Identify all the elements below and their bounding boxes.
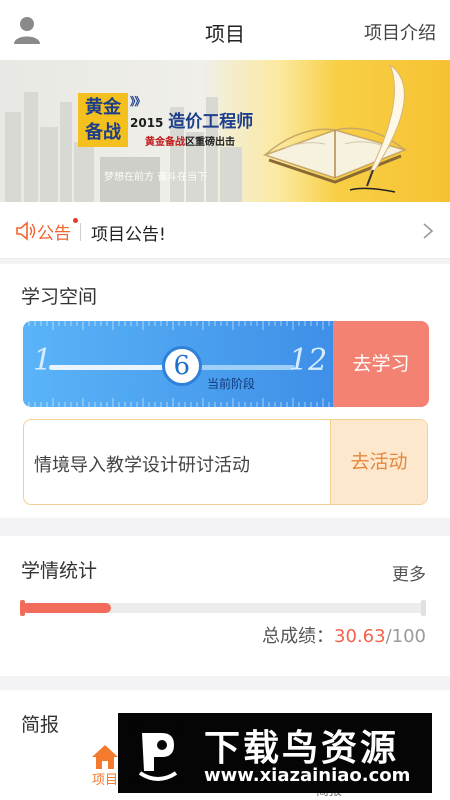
go-activity-button[interactable]: 去活动 [330,420,427,504]
study-space-card: 学习空间 1 12 6 当前阶段 去学习 情境导入教学设计研讨活动 去活动 [0,264,450,518]
progress-start-cap [20,600,25,616]
notice-tag: 公告 [37,224,71,244]
current-stage-label: 当前阶段 [207,377,256,391]
watermark-title: 下载鸟资源 [204,728,400,769]
banner-slogan: 梦想在前方 奋斗在当下 [104,172,208,183]
activity-card[interactable]: 情境导入教学设计研讨活动 去活动 [23,419,428,505]
divider [80,223,81,241]
top-bar: 项目 项目介绍 [0,0,450,61]
chevron-right-icon[interactable] [422,222,434,240]
banner-subline: 黄金备战区重磅出击 [145,137,235,148]
bird-logo-icon [132,723,184,783]
stats-more-link[interactable]: 更多 [392,560,426,585]
stats-title: 学情统计 [21,560,98,582]
watermark-overlay: 下载鸟资源 www.xiazainiao.com [118,713,432,793]
study-space-title: 学习空间 [21,286,98,308]
watermark-url: www.xiazainiao.com [204,765,411,786]
total-score: 总成绩：30.63/100 [262,626,426,647]
stage-min-label: 1 [33,343,53,378]
project-intro-link[interactable]: 项目介绍 [364,19,436,45]
stage-ruler[interactable]: 1 12 6 当前阶段 [23,321,333,407]
promo-banner[interactable]: 黄金 备战 》》 2015 造价工程师 黄金备战区重磅出击 梦想在前方 奋斗在当… [0,60,450,202]
notice-bar[interactable]: 公告 项目公告! [0,202,450,259]
learning-stats-card: 学情统计 更多 总成绩：30.63/100 [0,536,450,676]
book-quill-illustration [262,63,408,193]
stage-max-label: 12 [289,343,328,378]
activity-title: 情境导入教学设计研讨活动 [34,455,250,476]
current-stage-knob[interactable]: 6 [161,346,202,386]
notice-text[interactable]: 项目公告! [91,220,166,245]
unread-dot [73,218,78,223]
brief-title: 简报 [21,714,60,736]
score-progress-fill [22,603,111,613]
banner-headline: 2015 造价工程师 [130,112,254,132]
gold-badge: 黄金 备战 [78,93,128,147]
speaker-icon [16,221,36,241]
score-value: 30.63 [334,626,386,647]
progress-end-cap [421,600,426,616]
go-study-button[interactable]: 去学习 [333,321,429,407]
score-total: /100 [385,626,426,647]
home-icon [92,745,118,769]
